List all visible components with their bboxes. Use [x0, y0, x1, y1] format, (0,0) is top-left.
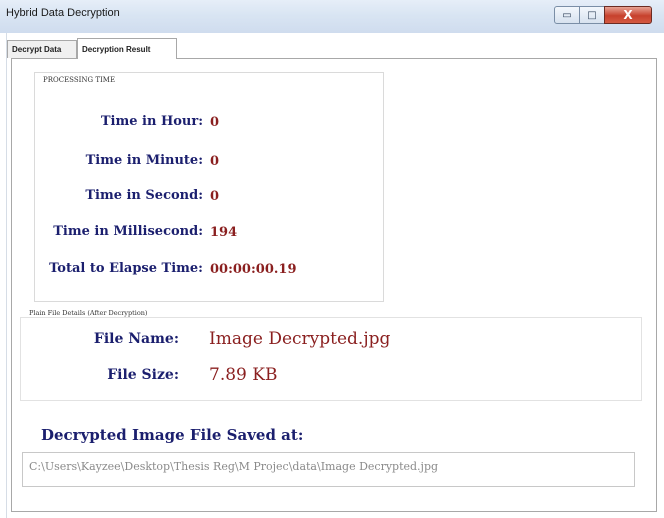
close-button[interactable]: X	[604, 6, 652, 24]
total-elapse-value: 00:00:00.19	[210, 262, 297, 277]
file-name-label: File Name:	[93, 331, 179, 347]
time-millisecond-label: Time in Millisecond:	[53, 224, 203, 239]
app-window: Hybrid Data Decryption ▭ □ X Decrypt Dat…	[0, 0, 664, 518]
saved-path-field[interactable]: C:\Users\Kayzee\Desktop\Thesis Reg\M Pro…	[22, 452, 635, 487]
file-name-value: Image Decrypted.jpg	[209, 329, 391, 349]
processing-time-group: PROCESSING TIME Time in Hour: 0 Time in …	[34, 72, 384, 302]
maximize-icon: □	[587, 9, 597, 21]
window-left-border	[0, 33, 7, 518]
total-elapse-label: Total to Elapse Time:	[49, 261, 203, 276]
tab-decrypt-data[interactable]: Decrypt Data	[7, 40, 77, 58]
processing-time-title: PROCESSING TIME	[41, 76, 118, 84]
file-size-value: 7.89 KB	[209, 365, 278, 385]
time-minute-value: 0	[210, 154, 220, 169]
time-second-value: 0	[210, 189, 220, 204]
file-size-label: File Size:	[107, 367, 179, 383]
minimize-icon: ▭	[562, 9, 572, 21]
time-hour-label: Time in Hour:	[100, 114, 203, 129]
plain-file-details-group: Plain File Details (After Decryption) Fi…	[20, 309, 642, 401]
time-millisecond-value: 194	[210, 225, 238, 240]
title-bar[interactable]: Hybrid Data Decryption ▭ □ X	[0, 0, 664, 33]
time-hour-value: 0	[210, 115, 220, 130]
tab-decryption-result[interactable]: Decryption Result	[77, 38, 177, 59]
time-second-label: Time in Second:	[85, 188, 203, 203]
maximize-button[interactable]: □	[579, 6, 605, 24]
caption-buttons: ▭ □ X	[554, 6, 654, 24]
window-title: Hybrid Data Decryption	[6, 7, 120, 19]
time-minute-label: Time in Minute:	[85, 153, 203, 168]
plain-file-details-title: Plain File Details (After Decryption)	[27, 309, 150, 317]
decryption-result-panel: PROCESSING TIME Time in Hour: 0 Time in …	[11, 58, 657, 512]
minimize-button[interactable]: ▭	[554, 6, 580, 24]
saved-location-heading: Decrypted Image File Saved at:	[41, 426, 304, 444]
close-icon: X	[623, 8, 633, 22]
